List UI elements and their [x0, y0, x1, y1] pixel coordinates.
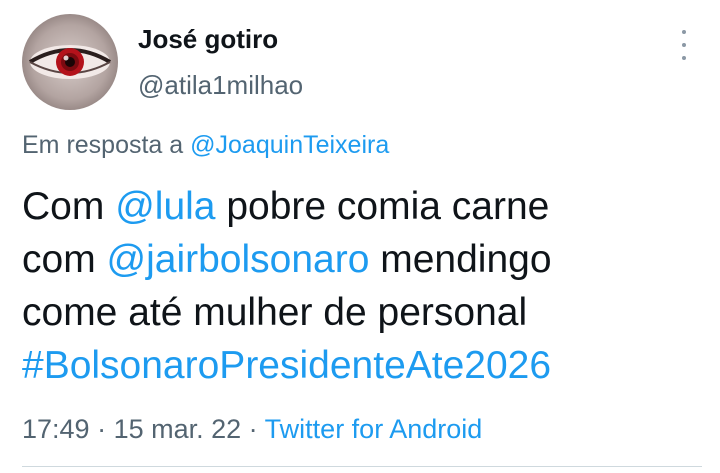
tweet-line-2: com @jairbolsonaro mendingo: [22, 233, 702, 286]
avatar[interactable]: [22, 14, 118, 110]
more-dot: [682, 30, 686, 34]
tweet-text: Com @lula pobre comia carne com @jairbol…: [22, 180, 702, 392]
mention-jairbolsonaro-link[interactable]: @jairbolsonaro: [107, 238, 370, 281]
text-segment: mendingo: [369, 238, 552, 281]
more-dot: [682, 43, 686, 47]
tweet-time[interactable]: 17:49: [22, 414, 90, 444]
text-segment: pobre comia carne: [215, 185, 550, 228]
tweet-line-1: Com @lula pobre comia carne: [22, 180, 702, 233]
tweet: José gotiro @atila1milhao Em resposta a …: [0, 0, 720, 473]
reply-target-link[interactable]: @JoaquinTeixeira: [190, 131, 389, 159]
text-segment: Com: [22, 185, 116, 228]
tweet-date[interactable]: 15 mar. 22: [114, 414, 242, 444]
user-handle[interactable]: @atila1milhao: [138, 70, 303, 101]
meta-separator: ·: [241, 414, 265, 444]
tweet-meta: 17:49 · 15 mar. 22 · Twitter for Android: [22, 414, 482, 445]
tweet-source-link[interactable]: Twitter for Android: [265, 414, 483, 444]
reply-prefix: Em resposta a: [22, 131, 184, 159]
display-name[interactable]: José gotiro: [138, 24, 278, 55]
tweet-line-3: come até mulher de personal: [22, 291, 528, 334]
mention-lula-link[interactable]: @lula: [115, 185, 215, 228]
more-dot: [682, 56, 686, 60]
hashtag-link[interactable]: #BolsonaroPresidenteAte2026: [22, 344, 551, 387]
more-vertical-icon[interactable]: [676, 30, 692, 60]
divider: [22, 466, 702, 467]
meta-separator: ·: [89, 414, 114, 444]
red-eye-icon: [28, 45, 112, 79]
reply-context: Em resposta a @JoaquinTeixeira: [22, 131, 389, 160]
text-segment: com: [22, 238, 107, 281]
tweet-line-4: #BolsonaroPresidenteAte2026: [22, 339, 702, 392]
